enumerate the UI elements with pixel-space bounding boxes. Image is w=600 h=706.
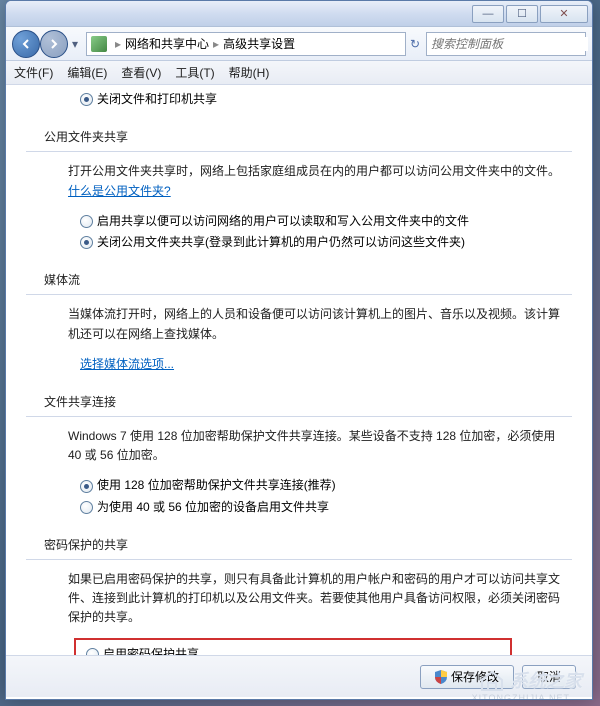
media-stream-desc: 当媒体流打开时，网络上的人员和设备便可以访问该计算机上的图片、音乐以及视频。该计… <box>68 305 562 343</box>
file-connection-desc: Windows 7 使用 128 位加密帮助保护文件共享连接。某些设备不支持 1… <box>68 427 562 465</box>
radio-encrypt-128[interactable] <box>80 480 93 493</box>
breadcrumb-network-center[interactable]: 网络和共享中心 <box>125 35 209 52</box>
close-button[interactable]: ✕ <box>540 5 588 23</box>
radio-public-share-on[interactable] <box>80 215 93 228</box>
radio-label: 关闭文件和打印机共享 <box>97 90 217 109</box>
link-media-options[interactable]: 选择媒体流选项... <box>80 355 174 374</box>
save-button[interactable]: 保存修改 <box>420 665 514 689</box>
radio-encrypt-4056[interactable] <box>80 501 93 514</box>
radio-password-share-on[interactable] <box>86 648 99 655</box>
breadcrumb-sep: ▸ <box>115 37 121 51</box>
highlight-box: 启用密码保护共享 关闭密码保护共享 <box>74 638 512 655</box>
section-rule <box>26 559 572 560</box>
breadcrumb-sep: ▸ <box>213 37 219 51</box>
section-rule <box>26 416 572 417</box>
content-area[interactable]: 关闭文件和打印机共享 公用文件夹共享 打开公用文件夹共享时，网络上包括家庭组成员… <box>6 85 592 655</box>
search-input[interactable] <box>431 37 588 51</box>
breadcrumb-advanced-sharing[interactable]: 高级共享设置 <box>223 35 295 52</box>
link-what-is-public-folder[interactable]: 什么是公用文件夹? <box>68 184 171 198</box>
public-folder-desc: 打开公用文件夹共享时，网络上包括家庭组成员在内的用户都可以访问公用文件夹中的文件… <box>68 162 562 200</box>
menu-file[interactable]: 文件(F) <box>14 64 53 81</box>
back-button[interactable] <box>12 30 40 58</box>
section-rule <box>26 151 572 152</box>
section-title-media-stream: 媒体流 <box>44 271 572 290</box>
section-rule <box>26 294 572 295</box>
titlebar: — ☐ ✕ <box>6 1 592 27</box>
section-title-password-share: 密码保护的共享 <box>44 536 572 555</box>
maximize-button[interactable]: ☐ <box>506 5 538 23</box>
shield-icon <box>435 670 447 684</box>
section-title-public-folder: 公用文件夹共享 <box>44 128 572 147</box>
nav-history-dropdown[interactable]: ▾ <box>68 32 82 56</box>
control-panel-icon <box>91 36 107 52</box>
refresh-icon[interactable]: ↻ <box>410 37 426 51</box>
menubar: 文件(F) 编辑(E) 查看(V) 工具(T) 帮助(H) <box>6 61 592 85</box>
menu-tools[interactable]: 工具(T) <box>175 64 214 81</box>
control-panel-window: — ☐ ✕ ▾ ▸ 网络和共享中心 ▸ 高级共享设置 ↻ 文件(F) 编辑(E)… <box>5 0 593 700</box>
radio-label: 使用 128 位加密帮助保护文件共享连接(推荐) <box>97 476 336 495</box>
menu-help[interactable]: 帮助(H) <box>229 64 270 81</box>
radio-label: 为使用 40 或 56 位加密的设备启用文件共享 <box>97 498 329 517</box>
menu-view[interactable]: 查看(V) <box>121 64 161 81</box>
addressbar[interactable]: ▸ 网络和共享中心 ▸ 高级共享设置 <box>86 32 406 56</box>
forward-button[interactable] <box>40 30 68 58</box>
navbar: ▾ ▸ 网络和共享中心 ▸ 高级共享设置 ↻ <box>6 27 592 61</box>
password-share-desc: 如果已启用密码保护的共享，则只有具备此计算机的用户帐户和密码的用户才可以访问共享… <box>68 570 562 628</box>
menu-edit[interactable]: 编辑(E) <box>67 64 107 81</box>
cancel-button[interactable]: 取消 <box>522 665 576 689</box>
minimize-button[interactable]: — <box>472 5 504 23</box>
radio-public-share-off[interactable] <box>80 236 93 249</box>
footer: 保存修改 取消 <box>6 655 592 697</box>
radio-label: 启用共享以便可以访问网络的用户可以读取和写入公用文件夹中的文件 <box>97 212 469 231</box>
radio-label: 关闭公用文件夹共享(登录到此计算机的用户仍然可以访问这些文件夹) <box>97 233 465 252</box>
radio-label: 启用密码保护共享 <box>103 645 199 655</box>
section-title-file-connection: 文件共享连接 <box>44 393 572 412</box>
radio-off-file-printer-sharing[interactable] <box>80 93 93 106</box>
searchbox[interactable] <box>426 32 586 56</box>
